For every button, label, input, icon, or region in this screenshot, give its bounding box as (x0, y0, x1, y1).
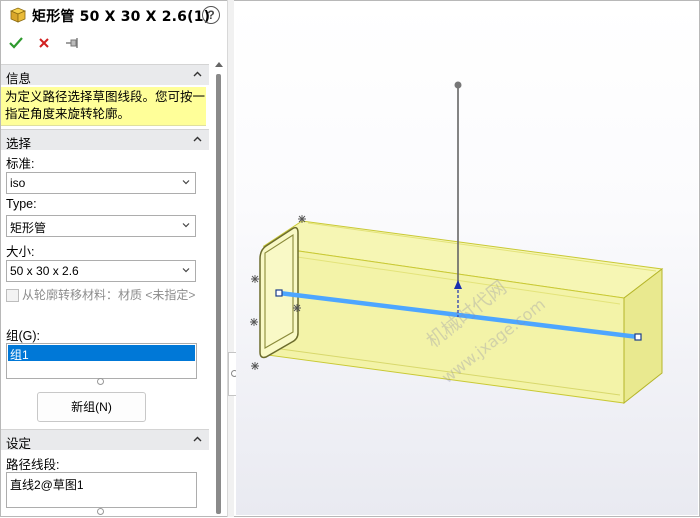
resize-handle[interactable] (97, 508, 104, 515)
check-icon[interactable] (7, 34, 25, 52)
help-icon[interactable]: ? (202, 6, 220, 24)
property-manager: 矩形管 50 X 30 X 2.6(1) ? 信息 为定义路径选择草图线段。您可… (1, 1, 227, 515)
chevron-down-icon (182, 268, 190, 273)
graphics-viewport[interactable]: 机械时代网 www.jxage.com (236, 1, 698, 515)
new-group-button[interactable]: 新组(N) (37, 392, 146, 422)
section-header-selection[interactable]: 选择 (1, 129, 209, 151)
group-label: 组(G): (6, 329, 41, 343)
chevron-up-icon[interactable] (193, 135, 202, 144)
type-value: 矩形管 (10, 221, 47, 235)
section-title-selection: 选择 (6, 137, 32, 151)
section-header-info[interactable]: 信息 (1, 64, 209, 86)
page-title: 矩形管 50 X 30 X 2.6(1) (32, 9, 211, 25)
panel-splitter[interactable] (227, 0, 234, 517)
vertical-scrollbar[interactable] (212, 60, 224, 514)
transfer-material-checkbox[interactable] (6, 289, 19, 302)
size-select[interactable]: 50 x 30 x 2.6 (6, 260, 196, 282)
standard-label: 标准: (6, 157, 35, 171)
type-select[interactable]: 矩形管 (6, 215, 196, 237)
transfer-material-label: 从轮廓转移材料：材质 <未指定> (22, 288, 196, 302)
transfer-material-option: 从轮廓转移材料：材质 <未指定> (6, 287, 206, 321)
property-manager-header: 矩形管 50 X 30 X 2.6(1) ? (1, 1, 227, 29)
model-graphics[interactable] (236, 1, 698, 515)
size-value: 50 x 30 x 2.6 (10, 264, 79, 278)
group-item-label: 组1 (10, 348, 29, 362)
scrollbar-thumb[interactable] (216, 74, 221, 514)
info-message: 为定义路径选择草图线段。您可按一指定角度来旋转轮廓。 (5, 90, 206, 121)
section-title-info: 信息 (6, 72, 32, 86)
path-end-handle[interactable] (634, 333, 642, 341)
resize-handle[interactable] (97, 378, 104, 385)
section-header-settings[interactable]: 设定 (1, 429, 209, 451)
pushpin-icon[interactable] (63, 34, 81, 52)
structural-member-icon (9, 7, 27, 23)
x-icon[interactable] (35, 34, 53, 52)
path-segment-item: 直线2@草图1 (10, 478, 84, 492)
size-label: 大小: (6, 245, 35, 259)
section-title-settings: 设定 (6, 437, 32, 451)
type-label: Type: (6, 197, 37, 211)
group-list[interactable]: 组1 (6, 343, 197, 379)
list-item[interactable]: 组1 (8, 345, 195, 362)
standard-value: iso (10, 176, 26, 190)
chevron-up-icon[interactable] (193, 70, 202, 79)
chevron-up-icon[interactable] (193, 435, 202, 444)
scroll-up-icon[interactable] (215, 62, 223, 67)
chevron-down-icon (182, 223, 190, 228)
rotation-handle[interactable] (454, 81, 462, 89)
path-segments-list[interactable]: 直线2@草图1 (6, 472, 197, 508)
info-message-box: 为定义路径选择草图线段。您可按一指定角度来旋转轮廓。 (1, 87, 206, 126)
standard-select[interactable]: iso (6, 172, 196, 194)
path-start-handle[interactable] (275, 289, 283, 297)
path-segments-label: 路径线段: (6, 458, 60, 472)
chevron-down-icon (182, 180, 190, 185)
confirm-toolbar (1, 31, 227, 57)
